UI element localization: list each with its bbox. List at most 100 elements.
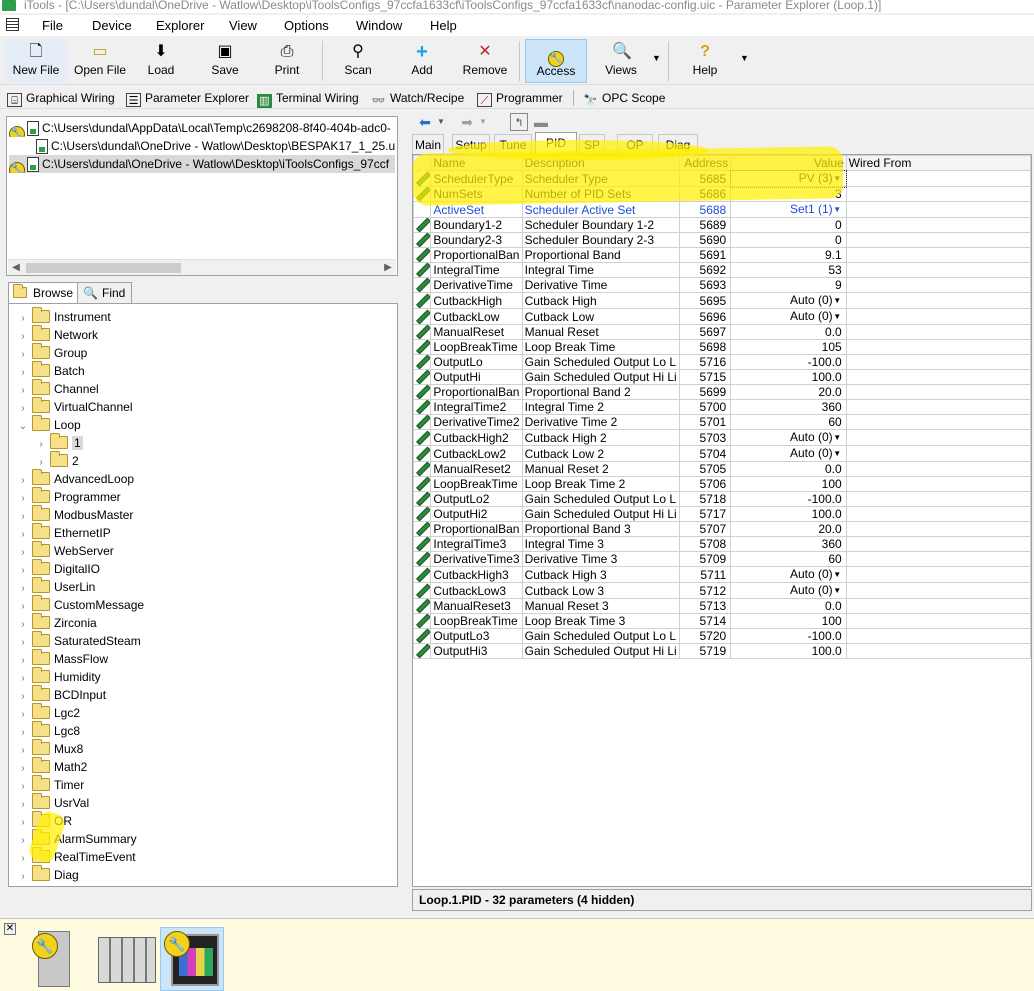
view-watch-recipe[interactable]: 👓 Watch/Recipe — [371, 89, 465, 107]
scroll-left-arrow-icon[interactable]: ◀ — [8, 260, 24, 276]
parameter-value[interactable]: Auto (0)▼ — [730, 582, 847, 599]
column-header-value[interactable]: Value — [730, 155, 847, 171]
tree-node[interactable]: › Humidity — [17, 667, 101, 686]
device-nanodac-selected[interactable]: 🔧 — [160, 927, 224, 991]
parameter-value[interactable]: 3 — [730, 186, 847, 202]
menu-file[interactable]: File — [42, 18, 63, 34]
files-horizontal-scrollbar[interactable]: ◀ ▶ — [8, 259, 396, 275]
tree-node[interactable]: › UserLin — [17, 577, 95, 596]
parameter-value[interactable]: 60 — [730, 551, 847, 567]
dropdown-arrow-icon[interactable]: ▼ — [833, 431, 842, 445]
tree-node[interactable]: › BCDInput — [17, 685, 106, 704]
menu-view[interactable]: View — [229, 18, 257, 34]
tree-node[interactable]: › SaturatedSteam — [17, 631, 141, 650]
parameter-row[interactable]: ManualReset2 Manual Reset 2 5705 0.0 — [413, 461, 1031, 477]
tree-node[interactable]: › Lgc2 — [17, 703, 80, 722]
tree-node[interactable]: › EthernetIP — [17, 523, 111, 542]
parameter-row[interactable]: NumSets Number of PID Sets 5686 3 — [413, 186, 1031, 202]
tree-node[interactable]: › ModbusMaster — [17, 505, 133, 524]
view-opc-scope[interactable]: 🔭 OPC Scope — [583, 89, 666, 107]
scroll-right-arrow-icon[interactable]: ▶ — [380, 260, 396, 276]
access-button[interactable]: 🔧 Access — [525, 39, 587, 83]
tree-node[interactable]: ⌄ Loop — [17, 415, 81, 434]
system-menu-icon[interactable] — [6, 18, 19, 31]
parameter-value[interactable]: 100 — [730, 613, 847, 629]
parameter-value[interactable]: Set1 (1)▼ — [730, 201, 847, 218]
parameter-row[interactable]: DerivativeTime3 Derivative Time 3 5709 60 — [413, 551, 1031, 567]
dropdown-arrow-icon[interactable]: ▼ — [833, 568, 842, 582]
parameter-value[interactable]: 0 — [730, 232, 847, 248]
parameter-row[interactable]: ManualReset3 Manual Reset 3 5713 0.0 — [413, 598, 1031, 614]
view-programmer[interactable]: ⟋ Programmer — [477, 89, 563, 107]
dropdown-arrow-icon[interactable]: ▼ — [833, 294, 842, 308]
tree-node[interactable]: › VirtualChannel — [17, 397, 133, 416]
tree-node[interactable]: › MassFlow — [17, 649, 108, 668]
tab-browse[interactable]: Browse — [8, 282, 81, 305]
dropdown-arrow-icon[interactable]: ▼ — [833, 203, 842, 217]
file-item[interactable]: C:\Users\dundal\OneDrive - Watlow\Deskto… — [9, 137, 395, 155]
tab-find[interactable]: 🔍 Find — [77, 282, 133, 304]
column-header-description[interactable]: Description — [521, 155, 680, 171]
parameter-value[interactable]: 100.0 — [730, 369, 847, 385]
tree-node[interactable]: › AdvancedLoop — [17, 469, 134, 488]
tree-node[interactable]: › Programmer — [17, 487, 121, 506]
parameter-row[interactable]: Boundary1-2 Scheduler Boundary 1-2 5689 0 — [413, 217, 1031, 233]
tree-node[interactable]: › DigitalIO — [17, 559, 100, 578]
parameter-row[interactable]: CutbackHigh Cutback High 5695 Auto (0)▼ — [413, 292, 1031, 309]
parameter-value[interactable]: Auto (0)▼ — [730, 566, 847, 583]
parameter-row[interactable]: ProportionalBan Proportional Band 3 5707 20… — [413, 521, 1031, 537]
parameter-row[interactable]: LoopBreakTime Loop Break Time 3 5714 100 — [413, 613, 1031, 629]
load-button[interactable]: ⬇ Load — [136, 39, 186, 83]
menu-options[interactable]: Options — [284, 18, 329, 34]
tree-node[interactable]: › WebServer — [17, 541, 114, 560]
parameter-value[interactable]: 53 — [730, 262, 847, 278]
close-icon[interactable]: ✕ — [4, 923, 16, 935]
dropdown-arrow-icon[interactable]: ▼ — [833, 584, 842, 598]
tree-node[interactable]: › 1 — [35, 433, 83, 452]
column-header-name[interactable]: Name — [430, 155, 523, 171]
tree-node[interactable]: › CustomMessage — [17, 595, 144, 614]
parameter-row[interactable]: CutbackLow Cutback Low 5696 Auto (0)▼ — [413, 308, 1031, 325]
up-folder-icon[interactable]: ↰ — [510, 113, 528, 131]
parameter-value[interactable]: Auto (0)▼ — [730, 292, 847, 309]
device-rack[interactable] — [98, 929, 158, 989]
parameter-value[interactable]: 0.0 — [730, 324, 847, 340]
parameter-value[interactable]: Auto (0)▼ — [730, 429, 847, 446]
parameter-value[interactable]: 360 — [730, 536, 847, 552]
tab-sp[interactable]: SP — [579, 134, 605, 154]
parameter-row[interactable]: SchedulerType Scheduler Type 5685 PV (3)▼ — [413, 169, 1031, 188]
parameter-row[interactable]: IntegralTime Integral Time 5692 53 — [413, 262, 1031, 278]
tree-node[interactable]: › Batch — [17, 361, 85, 380]
chevron-right-icon[interactable]: › — [17, 868, 29, 886]
tab-op[interactable]: OP — [617, 134, 653, 154]
tree-node[interactable]: › Instrument — [17, 307, 111, 326]
parameter-value[interactable]: 0.0 — [730, 461, 847, 477]
parameter-value[interactable]: 20.0 — [730, 521, 847, 537]
parameter-row[interactable]: ProportionalBan Proportional Band 5691 9.1 — [413, 247, 1031, 263]
scrollbar-thumb[interactable] — [26, 263, 181, 273]
tree-node[interactable]: › 2 — [35, 451, 79, 470]
parameter-value[interactable]: Auto (0)▼ — [730, 445, 847, 462]
add-button[interactable]: + Add — [397, 39, 447, 83]
parameter-row[interactable]: LoopBreakTime Loop Break Time 5698 105 — [413, 339, 1031, 355]
parameter-row[interactable]: CutbackLow3 Cutback Low 3 5712 Auto (0)▼ — [413, 582, 1031, 599]
tree-node[interactable]: › AlarmSummary — [17, 829, 137, 848]
tab-tune[interactable]: Tune — [494, 134, 532, 154]
parameter-row[interactable]: CutbackHigh2 Cutback High 2 5703 Auto (0)▼ — [413, 429, 1031, 446]
view-graphical-wiring[interactable]: ⌸ Graphical Wiring — [7, 89, 115, 107]
tree-node[interactable]: › Timer — [17, 775, 84, 794]
parameter-value[interactable]: 20.0 — [730, 384, 847, 400]
tree-node[interactable]: › Mux8 — [17, 739, 83, 758]
menu-explorer[interactable]: Explorer — [156, 18, 204, 34]
parameter-row[interactable]: OutputLo3 Gain Scheduled Output Lo L 5720 -… — [413, 628, 1031, 644]
parameter-value[interactable]: 360 — [730, 399, 847, 415]
tree-node[interactable]: › Group — [17, 343, 87, 362]
back-arrow-icon[interactable]: ⬅ — [416, 113, 434, 131]
parameter-row[interactable]: CutbackLow2 Cutback Low 2 5704 Auto (0)▼ — [413, 445, 1031, 462]
parameter-value[interactable]: -100.0 — [730, 354, 847, 370]
parameter-row[interactable]: LoopBreakTime Loop Break Time 2 5706 100 — [413, 476, 1031, 492]
parameter-row[interactable]: Boundary2-3 Scheduler Boundary 2-3 5690 0 — [413, 232, 1031, 248]
tree-node[interactable]: › Channel — [17, 379, 99, 398]
column-header-address[interactable]: Address — [678, 155, 732, 171]
views-button[interactable]: 🔍 Views — [596, 39, 646, 83]
